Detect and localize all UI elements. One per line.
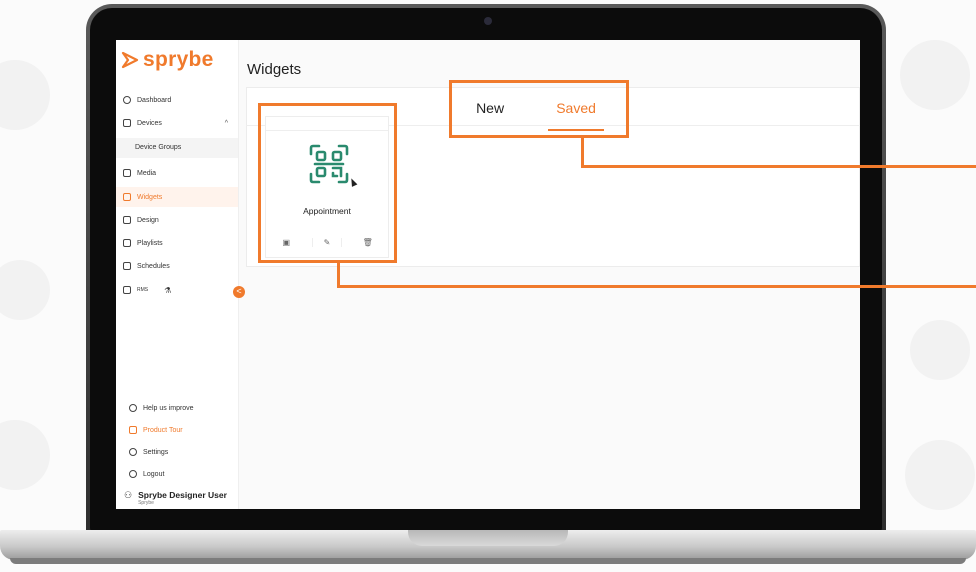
callout-connector <box>581 138 584 168</box>
schedules-icon <box>123 262 131 270</box>
page-title: Widgets <box>247 61 302 78</box>
background-dot <box>0 420 50 490</box>
background-dot <box>905 440 975 510</box>
user-org: Sprybe <box>138 500 154 506</box>
logo-icon <box>121 51 139 69</box>
background-dot <box>900 40 970 110</box>
laptop-base-foot <box>10 558 966 564</box>
sidebar: sprybe Dashboard Devices ^ Device Groups… <box>116 40 239 509</box>
sidebar-item-playlists[interactable]: Playlists <box>116 233 238 253</box>
dashboard-icon <box>123 96 131 104</box>
tour-icon <box>129 426 137 434</box>
sidebar-item-devices[interactable]: Devices ^ <box>116 113 238 133</box>
logo[interactable]: sprybe <box>120 48 214 72</box>
gear-icon <box>129 448 137 456</box>
user-icon: ⚇ <box>124 490 133 500</box>
sidebar-item-label: Product Tour <box>143 426 183 434</box>
sidebar-item-design[interactable]: Design <box>116 210 238 230</box>
sidebar-item-label: Help us improve <box>143 404 194 412</box>
user-profile[interactable]: ⚇ Sprybe Designer User Sprybe <box>124 490 227 506</box>
marketing-stage: sprybe Dashboard Devices ^ Device Groups… <box>0 0 976 572</box>
sidebar-item-device-groups[interactable]: Device Groups <box>116 138 238 158</box>
background-dot <box>910 320 970 380</box>
logout-icon <box>129 470 137 478</box>
help-icon <box>129 404 137 412</box>
sidebar-item-label: RMS <box>137 287 149 293</box>
rms-icon <box>123 286 131 294</box>
sidebar-item-label: Widgets <box>137 193 163 201</box>
sidebar-item-label: Media <box>137 169 157 177</box>
media-icon <box>123 169 131 177</box>
callout-connector <box>337 285 976 288</box>
sidebar-item-label: Device Groups <box>135 144 182 151</box>
sidebar-item-product-tour[interactable]: Product Tour <box>116 420 238 440</box>
callout-card-highlight <box>258 103 397 263</box>
devices-icon <box>123 119 131 127</box>
sidebar-item-rms[interactable]: RMS ⚗ <box>116 280 238 300</box>
sidebar-item-help[interactable]: Help us improve <box>116 398 238 418</box>
flask-icon: ⚗ <box>164 285 172 295</box>
sidebar-item-settings[interactable]: Settings <box>116 442 238 462</box>
laptop-base-notch <box>408 530 568 546</box>
sidebar-item-media[interactable]: Media <box>116 163 238 183</box>
logo-text: sprybe <box>143 48 214 71</box>
camera-icon <box>484 17 492 25</box>
background-dot <box>0 260 50 320</box>
sidebar-item-widgets[interactable]: Widgets <box>116 187 238 207</box>
sidebar-item-label: Devices <box>137 119 162 127</box>
sidebar-item-schedules[interactable]: Schedules <box>116 256 238 276</box>
sidebar-item-dashboard[interactable]: Dashboard <box>116 90 238 110</box>
sidebar-collapse-button[interactable]: < <box>233 286 245 298</box>
sidebar-item-label: Dashboard <box>137 96 172 104</box>
sidebar-item-label: Playlists <box>137 239 163 247</box>
callout-tabs-highlight <box>449 80 629 138</box>
sidebar-item-label: Schedules <box>137 262 170 270</box>
sidebar-item-label: Settings <box>143 448 169 456</box>
widgets-icon <box>123 193 131 201</box>
user-info: Sprybe Designer User Sprybe <box>138 490 227 506</box>
callout-connector <box>581 165 976 168</box>
user-name: Sprybe Designer User <box>138 490 227 500</box>
playlists-icon <box>123 239 131 247</box>
background-dot <box>0 60 50 130</box>
sidebar-item-label: Logout <box>143 470 165 478</box>
chevron-up-icon: ^ <box>224 119 228 127</box>
sidebar-item-label: Design <box>137 216 159 224</box>
design-icon <box>123 216 131 224</box>
sidebar-item-logout[interactable]: Logout <box>116 464 238 484</box>
